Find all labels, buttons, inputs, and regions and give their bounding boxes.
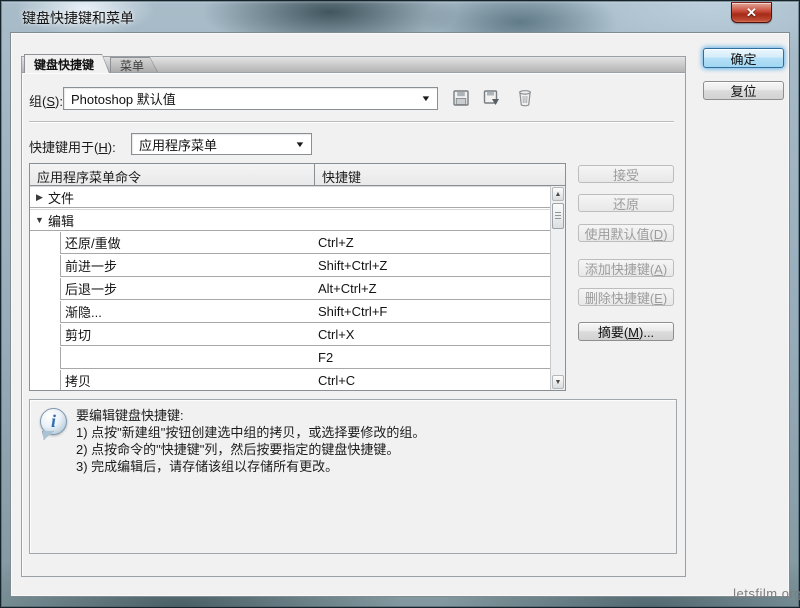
shortcuts-for-value: 应用程序菜单: [139, 135, 217, 154]
info-icon: [40, 408, 67, 435]
tab-keyboard-shortcuts-label: 键盘快捷键: [34, 56, 94, 73]
set-label: 组(S):: [29, 91, 63, 110]
scrollbar-thumb[interactable]: [552, 203, 564, 229]
set-dropdown[interactable]: Photoshop 默认值 ▼: [63, 87, 438, 110]
close-button[interactable]: ✕: [731, 2, 772, 23]
info-title: 要编辑键盘快捷键:: [76, 407, 425, 424]
table-row[interactable]: F2: [60, 347, 550, 369]
action-button-label: 摘要(M)...: [598, 322, 654, 341]
table-header: 应用程序菜单命令 快捷键: [30, 164, 565, 186]
reset-button[interactable]: 复位: [703, 81, 784, 100]
scroll-up-icon: ▲: [555, 191, 562, 198]
tab-menus-label: 菜单: [120, 57, 144, 74]
command-label: 前进一步: [61, 256, 117, 275]
chevron-down-icon: ▼: [294, 140, 305, 149]
action-button-4[interactable]: 添加快捷键(A): [578, 259, 674, 277]
command-label: 后退一步: [61, 279, 117, 298]
shortcut-value[interactable]: Alt+Ctrl+Z: [318, 281, 377, 296]
expand-icon[interactable]: ▼: [30, 215, 46, 225]
table-body: ▶ 文件 ▼ 编辑 还原/重做 Ctrl+Z 前进一步 Shift+Ctrl+Z…: [30, 186, 550, 390]
shortcut-value[interactable]: Ctrl+C: [318, 373, 355, 388]
close-icon: ✕: [746, 5, 757, 20]
scroll-down-icon: ▼: [555, 379, 562, 386]
expand-icon[interactable]: ▶: [30, 192, 46, 203]
tab-menus[interactable]: 菜单: [110, 57, 158, 72]
table-row[interactable]: 还原/重做 Ctrl+Z: [60, 232, 550, 254]
table-row[interactable]: 渐隐... Shift+Ctrl+F: [60, 301, 550, 323]
column-header-command: 应用程序菜单命令: [30, 164, 315, 185]
save-as-icon: [482, 88, 502, 108]
set-dropdown-value: Photoshop 默认值: [71, 89, 176, 108]
window-title: 键盘快捷键和菜单: [22, 8, 134, 28]
command-label: 编辑: [46, 211, 74, 230]
table-row[interactable]: 后退一步 Alt+Ctrl+Z: [60, 278, 550, 300]
action-button-5[interactable]: 删除快捷键(E): [578, 288, 674, 306]
info-box: 要编辑键盘快捷键: 1) 点按"新建组"按钮创建选中组的拷贝，或选择要修改的组。…: [29, 399, 677, 554]
table-row[interactable]: 拷贝 Ctrl+C: [60, 370, 550, 390]
command-label: 拷贝: [61, 371, 91, 390]
info-line: 1) 点按"新建组"按钮创建选中组的拷贝，或选择要修改的组。: [76, 424, 425, 441]
shortcuts-for-dropdown[interactable]: 应用程序菜单 ▼: [131, 133, 312, 155]
table-row[interactable]: 前进一步 Shift+Ctrl+Z: [60, 255, 550, 277]
action-button-label: 还原: [613, 194, 639, 213]
section-divider: [29, 121, 674, 122]
table-row[interactable]: ▼ 编辑: [30, 209, 550, 231]
command-label: 文件: [46, 188, 74, 207]
action-button-3[interactable]: 使用默认值(D): [578, 224, 674, 242]
table-scrollbar[interactable]: ▲ ▼: [550, 186, 565, 390]
ok-button-label: 确定: [730, 49, 756, 68]
delete-set-button[interactable]: [515, 88, 535, 108]
watermark: letsfilm.org: [733, 586, 800, 601]
table-row[interactable]: 剪切 Ctrl+X: [60, 324, 550, 346]
shortcuts-for-label: 快捷键用于(H):: [29, 137, 116, 156]
chevron-down-icon: ▼: [420, 94, 431, 103]
shortcut-value[interactable]: Ctrl+X: [318, 327, 354, 342]
column-header-shortcut: 快捷键: [315, 164, 565, 185]
save-set-as-button[interactable]: [482, 88, 502, 108]
action-button-2[interactable]: 还原: [578, 194, 674, 212]
reset-button-label: 复位: [730, 81, 756, 100]
shortcut-value[interactable]: Ctrl+Z: [318, 235, 354, 250]
command-label: 渐隐...: [61, 302, 102, 321]
title-bar[interactable]: 键盘快捷键和菜单 ✕: [0, 0, 800, 32]
dialog-window: 键盘快捷键和菜单 ✕ 键盘快捷键 菜单 组(S): Photoshop 默认值 …: [0, 0, 800, 608]
scroll-up-button[interactable]: ▲: [552, 187, 564, 201]
shortcut-value[interactable]: Shift+Ctrl+Z: [318, 258, 387, 273]
action-button-label: 接受: [613, 165, 639, 184]
tab-keyboard-shortcuts[interactable]: 键盘快捷键: [24, 54, 110, 73]
action-button-label: 删除快捷键(E): [585, 288, 667, 307]
delete-icon: [515, 88, 535, 108]
info-instructions: 要编辑键盘快捷键: 1) 点按"新建组"按钮创建选中组的拷贝，或选择要修改的组。…: [76, 407, 425, 475]
action-button-label: 添加快捷键(A): [585, 259, 667, 278]
table-row[interactable]: ▶ 文件: [30, 186, 550, 208]
shortcuts-table: 应用程序菜单命令 快捷键 ▶ 文件 ▼ 编辑 还原/重做 Ctrl+Z 前进一步…: [29, 163, 566, 391]
shortcut-value[interactable]: Shift+Ctrl+F: [318, 304, 387, 319]
action-button-1[interactable]: 接受: [578, 165, 674, 183]
shortcut-value[interactable]: F2: [318, 350, 333, 365]
command-label: 还原/重做: [61, 233, 121, 252]
info-line: 2) 点按命令的"快捷键"列，然后按要指定的键盘快捷键。: [76, 441, 425, 458]
ok-button[interactable]: 确定: [703, 48, 784, 68]
info-line: 3) 完成编辑后，请存储该组以存储所有更改。: [76, 458, 425, 475]
command-label: 剪切: [61, 325, 91, 344]
action-button-label: 使用默认值(D): [584, 224, 667, 243]
save-icon: [451, 88, 471, 108]
save-set-button[interactable]: [451, 88, 471, 108]
action-button-6[interactable]: 摘要(M)...: [578, 322, 674, 341]
dialog-client-area: 键盘快捷键 菜单 组(S): Photoshop 默认值 ▼: [10, 32, 790, 597]
scroll-down-button[interactable]: ▼: [552, 375, 564, 389]
